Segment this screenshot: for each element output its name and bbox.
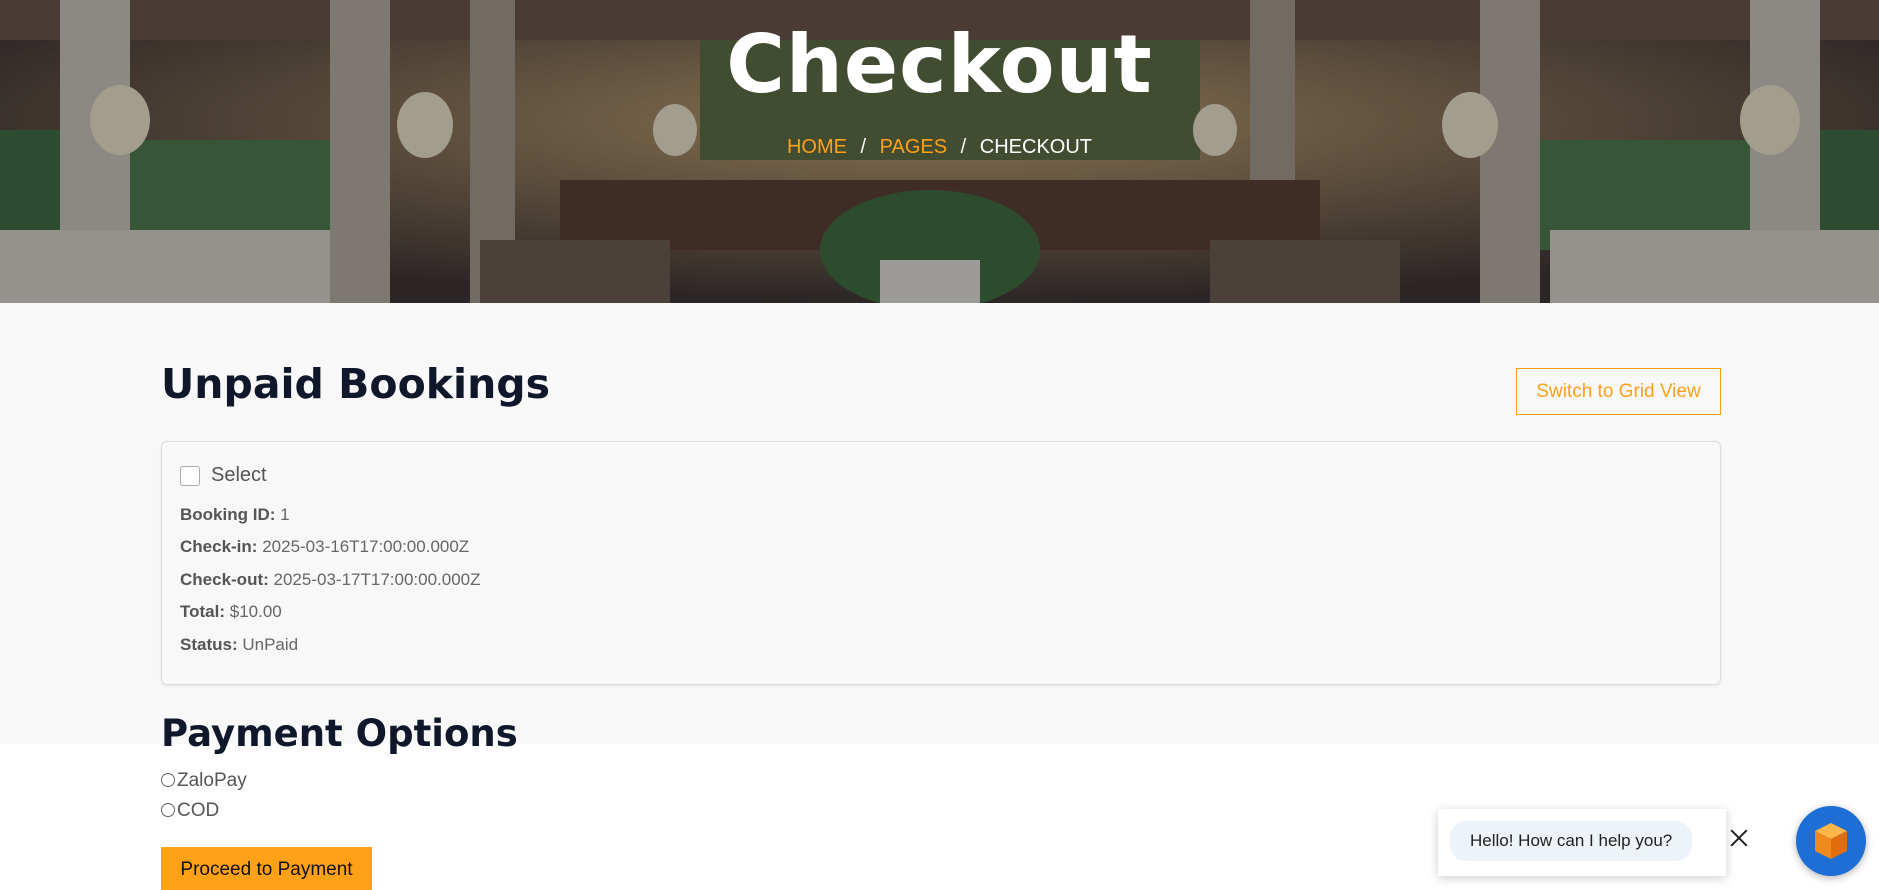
zalopay-radio[interactable] xyxy=(161,772,175,787)
select-row[interactable]: Select xyxy=(180,464,267,487)
checkin-value: 2025-03-16T17:00:00.000Z xyxy=(262,537,470,556)
total-label: Total: xyxy=(180,602,226,621)
chat-greeting: Hello! How can I help you? xyxy=(1450,821,1693,861)
breadcrumb-separator: / xyxy=(860,136,867,158)
checkin-field: Check-in: 2025-03-16T17:00:00.000Z xyxy=(180,537,469,557)
booking-card: Select Booking ID: 1 Check-in: 2025-03-1… xyxy=(161,441,1721,685)
payment-options-heading: Payment Options xyxy=(161,712,518,755)
payment-option-cod[interactable]: COD xyxy=(161,800,219,822)
booking-id-value: 1 xyxy=(280,505,290,524)
checkout-value: 2025-03-17T17:00:00.000Z xyxy=(273,570,481,589)
breadcrumb-home-link[interactable]: HOME xyxy=(787,136,847,158)
status-field: Status: UnPaid xyxy=(180,635,298,655)
checkin-label: Check-in: xyxy=(180,537,258,556)
breadcrumb-pages-link[interactable]: PAGES xyxy=(880,136,947,158)
cod-label: COD xyxy=(177,800,220,821)
checkout-field: Check-out: 2025-03-17T17:00:00.000Z xyxy=(180,570,481,590)
select-checkbox[interactable] xyxy=(180,465,200,486)
booking-id-field: Booking ID: 1 xyxy=(180,505,290,525)
payment-option-zalopay[interactable]: ZaloPay xyxy=(161,770,247,792)
breadcrumb-separator: / xyxy=(960,136,967,158)
close-icon[interactable] xyxy=(1728,827,1750,849)
booking-id-label: Booking ID: xyxy=(180,505,276,524)
total-field: Total: $10.00 xyxy=(180,602,282,622)
cod-radio[interactable] xyxy=(161,802,175,817)
total-value: $10.00 xyxy=(229,602,282,621)
hero-banner: Checkout HOME / PAGES / CHECKOUT xyxy=(0,0,1879,303)
status-value: UnPaid xyxy=(242,635,299,654)
zalopay-label: ZaloPay xyxy=(177,770,247,791)
chat-popup: Hello! How can I help you? xyxy=(1438,809,1726,876)
breadcrumb: HOME / PAGES / CHECKOUT xyxy=(0,136,1879,159)
proceed-to-payment-button[interactable]: Proceed to Payment xyxy=(161,847,372,890)
cube-icon xyxy=(1815,823,1847,859)
breadcrumb-current: CHECKOUT xyxy=(979,136,1093,158)
status-label: Status: xyxy=(180,635,238,654)
page-title: Checkout xyxy=(726,18,1153,111)
switch-to-grid-view-button[interactable]: Switch to Grid View xyxy=(1516,368,1721,415)
unpaid-bookings-heading: Unpaid Bookings xyxy=(161,360,551,408)
chat-launcher-button[interactable] xyxy=(1796,806,1866,876)
select-label: Select xyxy=(211,464,267,486)
checkout-label: Check-out: xyxy=(180,570,269,589)
